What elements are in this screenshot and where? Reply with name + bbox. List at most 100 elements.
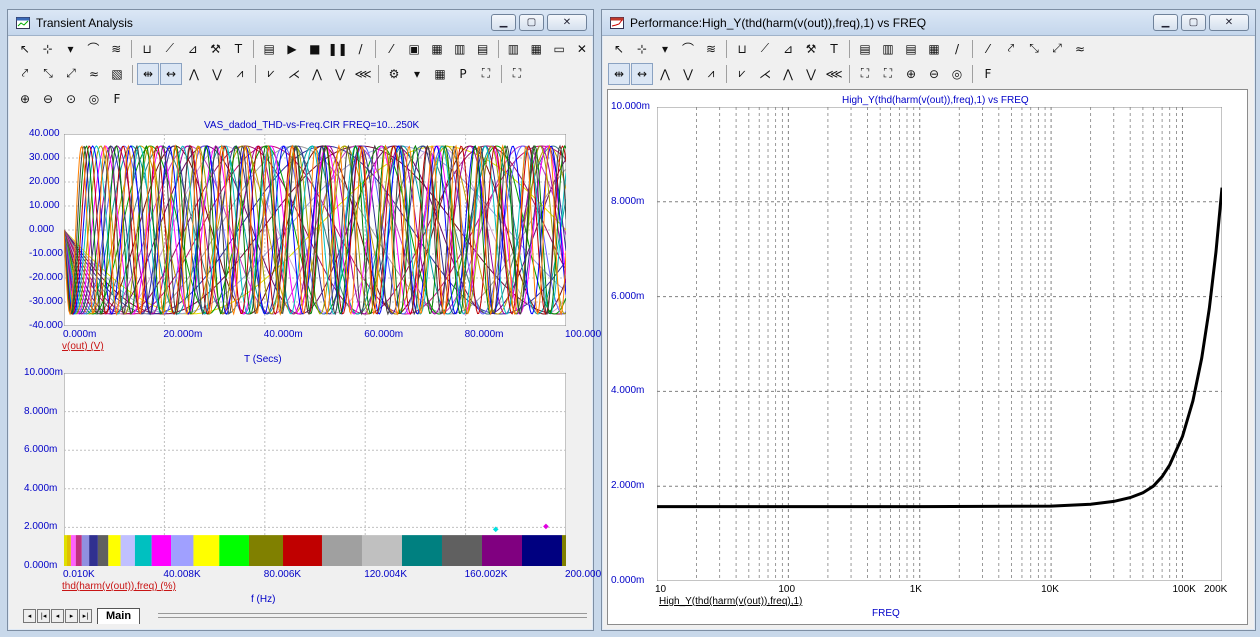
close-button[interactable]: ✕ [547,14,587,31]
toolbar-tool-icon[interactable]: ▤ [258,38,280,60]
nav-menu-button[interactable]: ◂ [23,609,36,623]
toolbar-tool-icon[interactable]: ≈ [83,63,105,85]
toolbar-tool-icon[interactable]: ⊖ [923,63,945,85]
toolbar-tool-icon[interactable]: ≋ [105,38,127,60]
toolbar-tool-icon[interactable]: ⚒ [205,38,227,60]
toolbar-tool-icon[interactable]: ⋌ [754,63,776,85]
toolbar-tool-icon[interactable]: ▦ [429,63,451,85]
toolbar-tool-icon[interactable]: ⌒ [82,38,104,60]
minimize-button[interactable]: ▁ [1153,14,1178,31]
toolbar-tool-icon[interactable]: ⚒ [800,38,822,60]
toolbar-tool-icon[interactable]: ⊖ [37,88,59,110]
toolbar-tool-icon[interactable]: T [823,38,845,60]
toolbar-tool-icon[interactable]: ▤ [900,38,922,60]
toolbar-tool-icon[interactable]: ■ [304,38,326,60]
toolbar-tool-icon[interactable]: ▥ [877,38,899,60]
toolbar-tool-icon[interactable]: ▶ [281,38,303,60]
toolbar-tool-icon[interactable]: / [350,38,372,60]
toolbar-tool-icon[interactable]: ⊔ [731,38,753,60]
toolbar-tool-icon[interactable]: ▥ [503,38,525,60]
nav-prev-button[interactable]: ◂ [51,609,64,623]
toolbar-tool-icon[interactable]: ▭ [548,38,570,60]
toolbar-tool-icon[interactable]: ⊹ [37,38,59,60]
toolbar-tool-icon[interactable]: ⇹ [608,62,630,85]
toolbar-tool-icon[interactable]: ▾ [406,63,428,85]
toolbar-tool-icon[interactable]: ⋀ [777,63,799,85]
toolbar-tool-icon[interactable]: ▤ [854,38,876,60]
toolbar-tool-icon[interactable]: ⩘ [229,63,251,85]
toolbar-tool-icon[interactable]: ▦ [426,38,448,60]
horizontal-scrollbar[interactable] [158,613,587,618]
toolbar-tool-icon[interactable]: ▣ [403,38,425,60]
toolbar-tool-icon[interactable]: ⛶ [506,63,528,85]
toolbar-tool-icon[interactable]: ▾ [654,38,676,60]
toolbar-tool-icon[interactable]: ⋁ [206,63,228,85]
toolbar-tool-icon[interactable]: ⊕ [14,88,36,110]
toolbar-tool-icon[interactable]: ⤤ [1000,38,1022,60]
toolbar-tool-icon[interactable]: ⌒ [677,38,699,60]
toolbar-tool-icon[interactable]: ◎ [946,63,968,85]
maximize-button[interactable]: ▢ [1181,14,1206,31]
toolbar-tool-icon[interactable]: ⋁ [677,63,699,85]
nav-last-button[interactable]: ▸| [79,609,92,623]
tab-main[interactable]: Main [97,608,141,624]
nav-first-button[interactable]: |◂ [37,609,50,623]
toolbar-tool-icon[interactable]: ⟋ [754,38,776,60]
toolbar-tool-icon[interactable]: ⊿ [182,38,204,60]
toolbar-tool-icon[interactable]: ⊹ [631,38,653,60]
toolbar-tool-icon[interactable]: ⚙ [383,63,405,85]
toolbar-tool-icon[interactable]: ⇹ [137,62,159,85]
toolbar-tool-icon[interactable]: ⁄ [977,38,999,60]
toolbar-tool-icon[interactable]: ⋘ [823,63,845,85]
maximize-button[interactable]: ▢ [519,14,544,31]
toolbar-tool-icon[interactable]: ⋁ [800,63,822,85]
minimize-button[interactable]: ▁ [491,14,516,31]
toolbar-tool-icon[interactable]: ⋀ [183,63,205,85]
toolbar-tool-icon[interactable]: F [106,88,128,110]
toolbar-tool-icon[interactable]: ⟋ [159,38,181,60]
toolbar-tool-icon[interactable]: ⋘ [352,63,374,85]
toolbar-tool-icon[interactable]: ⛶ [854,63,876,85]
toolbar-tool-icon[interactable]: ⁄ [380,38,402,60]
toolbar-tool-icon[interactable]: ↔ [631,62,653,85]
toolbar-tool-icon[interactable]: ⤡ [1023,38,1045,60]
toolbar-tool-icon[interactable]: ⋁ [329,63,351,85]
toolbar-tool-icon[interactable]: P [452,63,474,85]
toolbar-tool-icon[interactable]: ↖ [608,38,630,60]
toolbar-tool-icon[interactable]: ▧ [106,63,128,85]
toolbar-tool-icon[interactable]: ⤢ [60,63,82,85]
toolbar-tool-icon[interactable]: ⤡ [37,63,59,85]
toolbar-tool-icon[interactable]: ✕ [571,38,593,60]
toolbar-tool-icon[interactable]: ⋀ [306,63,328,85]
nav-next-button[interactable]: ▸ [65,609,78,623]
toolbar-tool-icon[interactable]: ⋀ [654,63,676,85]
toolbar-tool-icon[interactable]: ◎ [83,88,105,110]
toolbar-tool-icon[interactable]: ⩗ [260,63,282,85]
toolbar-tool-icon[interactable]: ▤ [472,38,494,60]
close-button[interactable]: ✕ [1209,14,1249,31]
toolbar-tool-icon[interactable]: ▾ [60,38,82,60]
toolbar-tool-icon[interactable]: ⊙ [60,88,82,110]
toolbar-tool-icon[interactable]: ⋌ [283,63,305,85]
toolbar-tool-icon[interactable]: ≋ [700,38,722,60]
left-titlebar[interactable]: Transient Analysis ▁ ▢ ✕ [8,10,593,36]
toolbar-tool-icon[interactable]: ⊿ [777,38,799,60]
toolbar-tool-icon[interactable]: ⩗ [731,63,753,85]
toolbar-tool-icon[interactable]: ↖ [14,38,36,60]
toolbar-tool-icon[interactable]: ⊕ [900,63,922,85]
toolbar-tool-icon[interactable]: ⛶ [877,63,899,85]
toolbar-tool-icon[interactable]: ⤤ [14,63,36,85]
right-titlebar[interactable]: Performance:High_Y(thd(harm(v(out)),freq… [602,10,1255,36]
toolbar-tool-icon[interactable]: / [946,38,968,60]
toolbar-tool-icon[interactable]: ▥ [449,38,471,60]
toolbar-tool-icon[interactable]: F [977,63,999,85]
toolbar-tool-icon[interactable]: ⤢ [1046,38,1068,60]
toolbar-tool-icon[interactable]: ▦ [923,38,945,60]
toolbar-tool-icon[interactable]: ⛶ [475,63,497,85]
toolbar-tool-icon[interactable]: ▦ [525,38,547,60]
toolbar-tool-icon[interactable]: ⊔ [136,38,158,60]
toolbar-tool-icon[interactable]: ↔ [160,62,182,85]
toolbar-tool-icon[interactable]: ≈ [1069,38,1091,60]
toolbar-tool-icon[interactable]: T [227,38,249,60]
toolbar-tool-icon[interactable]: ❚❚ [327,38,349,60]
